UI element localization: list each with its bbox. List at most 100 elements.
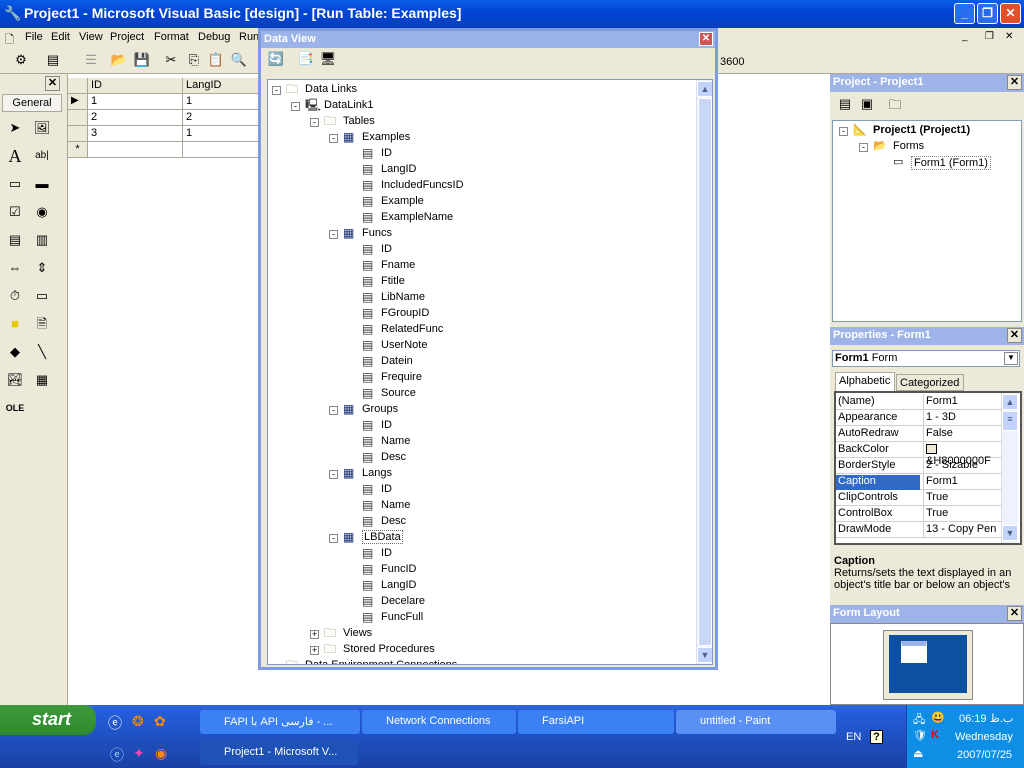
data-icon[interactable]: ▦ <box>31 369 53 391</box>
tree-node[interactable]: ▤ ID <box>348 482 712 498</box>
cut-icon[interactable]: ✂ <box>162 52 180 70</box>
tree-node[interactable]: ▤ FuncID <box>348 562 712 578</box>
menu-edit[interactable]: Edit <box>51 31 70 43</box>
add-data-environment-icon[interactable]: 📑 <box>297 51 315 69</box>
object-selector[interactable]: Form1 Form ▼ <box>832 350 1020 367</box>
collapse-icon[interactable]: - <box>329 230 338 239</box>
property-row[interactable]: Appearance 1 - 3D <box>836 410 1002 426</box>
tree-node[interactable]: 🗀 Data Environment Connections <box>272 658 672 665</box>
help-icon[interactable]: ? <box>870 730 883 744</box>
tab-categorized[interactable]: Categorized <box>896 374 964 391</box>
save-icon[interactable]: 💾 <box>133 52 151 70</box>
timer-icon[interactable]: ⏱ <box>4 285 26 307</box>
restore-button[interactable]: ❐ <box>977 3 998 24</box>
project-root[interactable]: Project1 (Project1) <box>873 124 970 136</box>
collapse-icon[interactable]: - <box>329 134 338 143</box>
network-tray-icon[interactable]: 🖧 <box>913 711 925 730</box>
tree-node[interactable]: ▤ Example <box>348 194 712 210</box>
property-row[interactable]: (Name) Form1 <box>836 394 1002 410</box>
grid-cell-new[interactable] <box>88 142 183 158</box>
property-value-cell[interactable]: 13 - Copy Pen <box>923 522 996 537</box>
property-value-cell[interactable]: Form1 <box>923 474 958 489</box>
collapse-icon[interactable]: - <box>859 143 868 152</box>
property-value-cell[interactable]: Form1 <box>923 394 958 409</box>
toggle-folders-icon[interactable]: 🗀 <box>886 96 904 114</box>
shape-icon[interactable]: ◆ <box>4 341 26 363</box>
minimize-button[interactable]: _ <box>954 3 975 24</box>
form-position-preview[interactable] <box>901 641 927 663</box>
task-paint[interactable]: untitled - Paint <box>676 710 836 734</box>
menu-file[interactable]: File <box>25 31 43 43</box>
property-value-cell[interactable]: True <box>923 506 948 521</box>
tree-node[interactable]: ▤ ID <box>348 146 712 162</box>
drivelistbox-icon[interactable]: ▭ <box>31 285 53 307</box>
forms-folder[interactable]: Forms <box>893 140 924 152</box>
copy-icon[interactable]: ⎘ <box>185 52 203 70</box>
listbox-icon[interactable]: ▥ <box>31 229 53 251</box>
tree-node[interactable]: ▤ LangID <box>348 578 712 594</box>
property-value-cell[interactable]: False <box>923 426 953 441</box>
add-form-icon[interactable]: ▤ <box>44 52 62 70</box>
tree-node[interactable]: ▤ Desc <box>348 514 712 530</box>
start-button[interactable]: start <box>0 705 96 735</box>
collapse-icon[interactable]: - <box>329 406 338 415</box>
menu-editor-icon[interactable]: ☰ <box>82 52 100 70</box>
tree-node[interactable]: ▤ ExampleName <box>348 210 712 226</box>
frame-icon[interactable]: ▭ <box>4 173 26 195</box>
menu-view[interactable]: View <box>79 31 103 43</box>
tree-node[interactable]: - ▦ Langs <box>329 466 712 482</box>
dirlistbox-icon[interactable]: ■ <box>4 313 26 335</box>
vertical-scrollbar[interactable]: ▲ ▼ <box>696 80 712 664</box>
hscrollbar-icon[interactable]: ⇔ <box>4 257 26 279</box>
ole-icon[interactable]: OLE <box>4 397 26 419</box>
collapse-icon[interactable]: - <box>272 86 281 95</box>
new-row-selector[interactable]: * <box>68 142 88 158</box>
tree-node[interactable]: ▤ FuncFull <box>348 610 712 626</box>
add-project-icon[interactable]: ⚙ <box>12 52 30 70</box>
tree-node[interactable]: ▤ Ftitle <box>348 274 712 290</box>
vscrollbar-icon[interactable]: ⇕ <box>31 257 53 279</box>
view-object-icon[interactable]: ▣ <box>858 96 876 114</box>
task-farsiapi[interactable]: FarsiAPI <box>518 710 674 734</box>
property-row[interactable]: DrawMode 13 - Copy Pen <box>836 522 1002 538</box>
property-value-cell[interactable]: 2 - Sizable <box>923 458 978 473</box>
properties-close-button[interactable]: ✕ <box>1007 328 1022 343</box>
tree-node[interactable]: ▤ FGroupID <box>348 306 712 322</box>
firefox-icon[interactable]: ◉ <box>155 745 167 762</box>
grid-cell[interactable]: 3 <box>88 126 183 142</box>
grid-cell[interactable]: 1 <box>183 126 263 142</box>
menu-project[interactable]: Project <box>110 31 144 43</box>
scroll-up-button[interactable]: ▲ <box>697 81 712 97</box>
child-close-button[interactable]: ✕ <box>1005 31 1013 42</box>
tree-node[interactable]: ▤ Source <box>348 386 712 402</box>
line-icon[interactable]: ╲ <box>31 341 53 363</box>
grid-cell[interactable]: 2 <box>183 110 263 126</box>
row-selector-current[interactable]: ▶ <box>68 94 88 110</box>
tree-node[interactable]: ▤ Decelare <box>348 594 712 610</box>
tree-node[interactable]: + 🗀 Stored Procedures <box>310 642 710 658</box>
tree-node[interactable]: - 🗀 Data Links <box>272 82 672 98</box>
tree-node[interactable]: - 🗀 Tables <box>310 114 710 130</box>
close-button[interactable]: ✕ <box>1000 3 1021 24</box>
menu-format[interactable]: Format <box>154 31 189 43</box>
property-row[interactable]: ClipControls True <box>836 490 1002 506</box>
form1-item[interactable]: Form1 (Form1) <box>911 156 991 170</box>
optionbutton-icon[interactable]: ◉ <box>31 201 53 223</box>
task-visual-basic[interactable]: Project1 - Microsoft V... <box>200 741 358 765</box>
messenger-tray-icon[interactable]: 😃 <box>931 711 945 724</box>
tree-node[interactable]: - ▦ Funcs <box>329 226 712 242</box>
clock-time[interactable]: 06:19 ب.ظ <box>959 712 1013 725</box>
grid-cell[interactable]: 2 <box>88 110 183 126</box>
tree-node[interactable]: - ▦ Groups <box>329 402 712 418</box>
tree-node[interactable]: ▤ Name <box>348 434 712 450</box>
tree-node[interactable]: ▤ ID <box>348 418 712 434</box>
child-restore-button[interactable]: ❐ <box>985 31 994 42</box>
tree-node[interactable]: ▤ Frequire <box>348 370 712 386</box>
scroll-thumb[interactable] <box>698 98 712 646</box>
toolbox-close-icon[interactable]: ✕ <box>45 76 60 91</box>
refresh-icon[interactable]: 🔄 <box>267 51 285 69</box>
view-code-icon[interactable]: ▤ <box>836 96 854 114</box>
tree-node[interactable]: ▤ UserNote <box>348 338 712 354</box>
collapse-icon[interactable]: - <box>291 102 300 111</box>
child-min-button[interactable]: _ <box>962 31 968 42</box>
